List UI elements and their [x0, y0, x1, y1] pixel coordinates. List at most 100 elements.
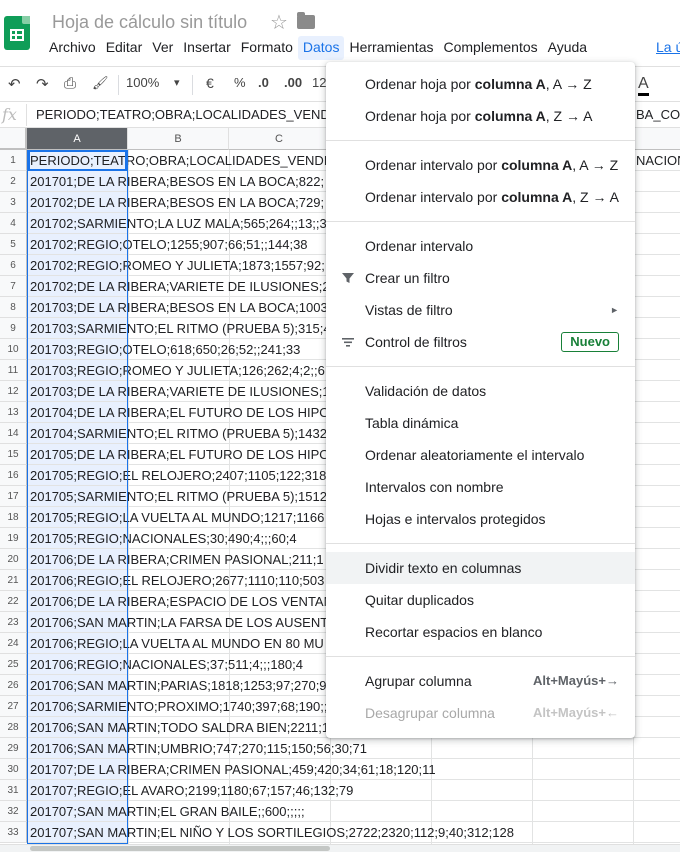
- cell-a[interactable]: 201701;DE LA RIBERA;BESOS EN LA BOCA;822…: [30, 171, 324, 192]
- cell-a[interactable]: 201702;SARMIENTO;LA LUZ MALA;565;264;;13…: [30, 213, 327, 234]
- row-header[interactable]: 19: [0, 528, 27, 549]
- sort-sheet-za[interactable]: Ordenar hoja por columna A, Z → A: [326, 100, 635, 132]
- select-all-corner[interactable]: [0, 128, 27, 150]
- cell-a[interactable]: 201706;SAN MARTIN;UMBRIO;747;270;115;150…: [30, 738, 367, 759]
- row-header[interactable]: 1: [0, 150, 27, 171]
- row-header[interactable]: 2: [0, 171, 27, 192]
- menu-ver[interactable]: Ver: [147, 36, 178, 60]
- split-text-to-columns[interactable]: Dividir texto en columnas: [326, 552, 635, 584]
- cell-a[interactable]: 201706;REGIO;EL RELOJERO;2677;1110;110;5…: [30, 570, 324, 591]
- cell-a[interactable]: 201706;REGIO;LA VUELTA AL MUNDO EN 80 MU: [30, 633, 324, 654]
- currency-format-button[interactable]: €: [206, 75, 214, 91]
- cell-a[interactable]: 201702;REGIO;ROMEO Y JULIETA;1873;1557;9…: [30, 255, 325, 276]
- create-filter[interactable]: Crear un filtro: [326, 262, 635, 294]
- row-header[interactable]: 20: [0, 549, 27, 570]
- group-column[interactable]: Agrupar columna Alt+Mayús+→: [326, 665, 635, 697]
- cell-a[interactable]: 201706;REGIO;NACIONALES;37;511;4;;;180;4: [30, 654, 303, 675]
- cell-a[interactable]: 201707;REGIO;EL AVARO;2199;1180;67;157;4…: [30, 780, 353, 801]
- cell-a[interactable]: 201707;DE LA RIBERA;CRIMEN PASIONAL;459;…: [30, 759, 436, 780]
- row-header[interactable]: 11: [0, 360, 27, 381]
- column-header-b[interactable]: B: [128, 128, 229, 150]
- cell-a[interactable]: 201702;DE LA RIBERA;BESOS EN LA BOCA;729…: [30, 192, 324, 213]
- menu-complementos[interactable]: Complementos: [438, 36, 542, 60]
- row-header[interactable]: 5: [0, 234, 27, 255]
- star-icon[interactable]: ☆: [270, 10, 288, 35]
- cell-a[interactable]: 201706;DE LA RIBERA;CRIMEN PASIONAL;211;…: [30, 549, 324, 570]
- column-header-a[interactable]: A: [27, 128, 128, 150]
- paint-format-icon[interactable]: 🖌: [92, 75, 109, 91]
- column-header-c[interactable]: C: [229, 128, 330, 150]
- cell-a[interactable]: 201703;DE LA RIBERA;VARIETE DE ILUSIONES…: [30, 381, 330, 402]
- cell-a[interactable]: 201702;DE LA RIBERA;VARIETE DE ILUSIONES…: [30, 276, 330, 297]
- last-edit-link[interactable]: La ú: [656, 39, 680, 55]
- row-header[interactable]: 3: [0, 192, 27, 213]
- zoom-select[interactable]: 100%: [126, 75, 159, 90]
- row-header[interactable]: 26: [0, 675, 27, 696]
- row-header[interactable]: 12: [0, 381, 27, 402]
- cell-a[interactable]: 201705;SARMIENTO;EL RITMO (PRUEBA 5);151…: [30, 486, 327, 507]
- cell-a[interactable]: 201705;REGIO;NACIONALES;30;490;4;;;60;4: [30, 528, 297, 549]
- randomize-range[interactable]: Ordenar aleatoriamente el intervalo: [326, 439, 635, 471]
- sort-range-za[interactable]: Ordenar intervalo por columna A, Z → A: [326, 181, 635, 213]
- named-ranges[interactable]: Intervalos con nombre: [326, 471, 635, 503]
- row-header[interactable]: 25: [0, 654, 27, 675]
- cell-a[interactable]: 201702;REGIO;OTELO;1255;907;66;51;;144;3…: [30, 234, 308, 255]
- row-header[interactable]: 16: [0, 465, 27, 486]
- percent-format-button[interactable]: %: [234, 75, 246, 90]
- sort-range[interactable]: Ordenar intervalo: [326, 230, 635, 262]
- scrollbar-thumb[interactable]: [30, 846, 330, 851]
- pivot-table[interactable]: Tabla dinámica: [326, 407, 635, 439]
- cell-a[interactable]: 201703;REGIO;OTELO;618;650;26;52;;241;33: [30, 339, 300, 360]
- data-validation[interactable]: Validación de datos: [326, 375, 635, 407]
- row-header[interactable]: 8: [0, 297, 27, 318]
- column-header-g[interactable]: [633, 128, 680, 150]
- cell-a[interactable]: 201705;DE LA RIBERA;EL FUTURO DE LOS HIP…: [30, 444, 329, 465]
- more-formats-button[interactable]: 12: [312, 75, 326, 90]
- row-header[interactable]: 22: [0, 591, 27, 612]
- formula-input-tail[interactable]: BA_CON: [636, 107, 680, 122]
- sheets-logo-icon[interactable]: [4, 16, 30, 50]
- row-header[interactable]: 23: [0, 612, 27, 633]
- cell-a[interactable]: 201706;SAN MARTIN;LA FARSA DE LOS AUSENT: [30, 612, 328, 633]
- row-header[interactable]: 13: [0, 402, 27, 423]
- menu-archivo[interactable]: Archivo: [44, 36, 101, 60]
- cell-a[interactable]: 201704;DE LA RIBERA;EL FUTURO DE LOS HIP…: [30, 402, 329, 423]
- row-header[interactable]: 32: [0, 801, 27, 822]
- menu-ayuda[interactable]: Ayuda: [543, 36, 592, 60]
- menu-herramientas[interactable]: Herramientas: [344, 36, 438, 60]
- row-header[interactable]: 17: [0, 486, 27, 507]
- cell-a[interactable]: 201703;SARMIENTO;EL RITMO (PRUEBA 5);315…: [30, 318, 331, 339]
- cell-a[interactable]: 201707;SAN MARTIN;EL NIÑO Y LOS SORTILEG…: [30, 822, 514, 843]
- decrease-decimals-button[interactable]: .0: [258, 75, 269, 90]
- text-color-button[interactable]: A: [638, 75, 649, 96]
- row-header[interactable]: 7: [0, 276, 27, 297]
- cell-a[interactable]: 201706;SARMIENTO;PROXIMO;1740;397;68;190…: [30, 696, 327, 717]
- cell-a[interactable]: 201703;DE LA RIBERA;BESOS EN LA BOCA;100…: [30, 297, 328, 318]
- cell-a[interactable]: 201705;REGIO;LA VUELTA AL MUNDO;1217;116…: [30, 507, 324, 528]
- row-header[interactable]: 29: [0, 738, 27, 759]
- row-header[interactable]: 24: [0, 633, 27, 654]
- row-header[interactable]: 9: [0, 318, 27, 339]
- row-header[interactable]: 18: [0, 507, 27, 528]
- row-header[interactable]: 10: [0, 339, 27, 360]
- cell-a[interactable]: 201705;REGIO;EL RELOJERO;2407;1105;122;3…: [30, 465, 326, 486]
- row-header[interactable]: 4: [0, 213, 27, 234]
- cell-a[interactable]: 201703;REGIO;ROMEO Y JULIETA;126;262;4;2…: [30, 360, 325, 381]
- cell-a[interactable]: 201707;SAN MARTIN;EL GRAN BAILE;;600;;;;…: [30, 801, 305, 822]
- chevron-down-icon[interactable]: ▾: [174, 76, 180, 89]
- row-header[interactable]: 31: [0, 780, 27, 801]
- row-header[interactable]: 14: [0, 423, 27, 444]
- print-icon[interactable]: ⎙: [64, 75, 76, 92]
- cell-a[interactable]: 201706;SAN MARTIN;TODO SALDRA BIEN;2211;…: [30, 717, 329, 738]
- document-title[interactable]: Hoja de cálculo sin título: [52, 12, 247, 33]
- row-header[interactable]: 15: [0, 444, 27, 465]
- folder-icon[interactable]: [297, 12, 315, 29]
- horizontal-scrollbar[interactable]: [0, 844, 680, 852]
- increase-decimals-button[interactable]: .00: [284, 75, 302, 90]
- trim-whitespace[interactable]: Recortar espacios en blanco: [326, 616, 635, 648]
- cell-a[interactable]: 201706;DE LA RIBERA;ESPACIO DE LOS VENTA…: [30, 591, 333, 612]
- row-header[interactable]: 33: [0, 822, 27, 843]
- undo-icon[interactable]: ↶: [8, 75, 21, 93]
- formula-input[interactable]: PERIODO;TEATRO;OBRA;LOCALIDADES_VENDIDAS: [36, 107, 360, 122]
- sort-range-az[interactable]: Ordenar intervalo por columna A, A → Z: [326, 149, 635, 181]
